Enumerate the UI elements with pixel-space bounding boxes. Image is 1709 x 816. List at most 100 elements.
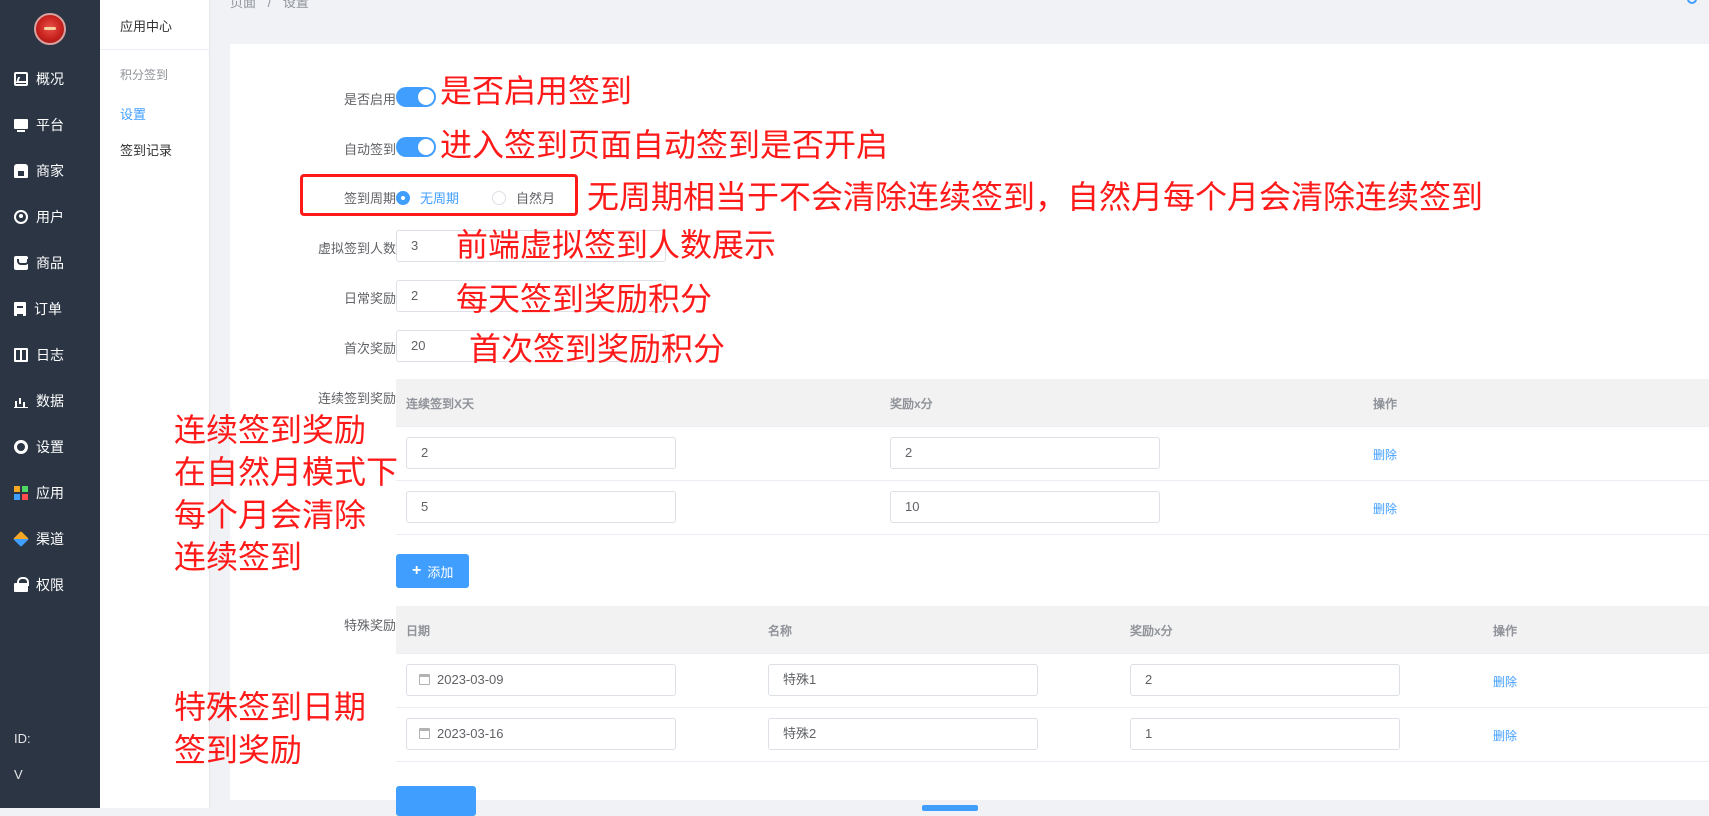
column-header: 操作 (1493, 624, 1518, 638)
sidebar-item-label: 概况 (36, 71, 64, 87)
column-header: 日期 (406, 624, 431, 638)
breadcrumb-separator: / (267, 0, 272, 10)
days-input[interactable]: 5 (406, 491, 676, 523)
table-row: 2023-03-09 特殊1 2 删除 (396, 654, 1709, 708)
annotation-continuous-line1: 连续签到奖励 (174, 412, 367, 448)
date-picker[interactable]: 2023-03-09 (406, 664, 676, 696)
user-icon (14, 210, 28, 224)
sidebar-item-label: 权限 (36, 577, 64, 593)
delete-link[interactable]: 删除 (1373, 446, 1397, 463)
calendar-icon (419, 728, 430, 739)
sidebar-footer-id: ID: (14, 731, 31, 746)
data-icon (14, 394, 28, 408)
column-header: 操作 (1373, 397, 1398, 411)
annotation-virtual: 前端虚拟签到人数展示 (456, 227, 777, 263)
column-header: 名称 (768, 624, 793, 638)
notification-icon[interactable] (1687, 0, 1697, 4)
monitor-icon (14, 119, 28, 132)
sidebar-item-settings[interactable]: 设置 (0, 429, 100, 465)
date-value: 2023-03-16 (437, 726, 504, 741)
annotation-continuous-line4: 连续签到 (174, 539, 303, 575)
sidebar-item-overview[interactable]: 概况 (0, 61, 100, 97)
sub-item-settings[interactable]: 设置 (120, 104, 146, 123)
annotation-daily: 每天签到奖励积分 (456, 281, 713, 317)
sidebar-item-data[interactable]: 数据 (0, 383, 100, 419)
add-special-button[interactable] (396, 786, 476, 816)
main-sidebar: 概况 平台 商家 用户 商品 订单 日志 数据 设置 应用 渠道 权限 ID: … (0, 0, 100, 808)
points-input[interactable]: 10 (890, 491, 1160, 523)
sidebar-item-apps[interactable]: 应用 (0, 475, 100, 511)
date-value: 2023-03-09 (437, 672, 504, 687)
sidebar-item-platform[interactable]: 平台 (0, 107, 100, 143)
annotation-special-line1: 特殊签到日期 (174, 689, 367, 725)
table-header: 连续签到X天 奖励x分 操作 (396, 379, 1709, 427)
sidebar-item-label: 商家 (36, 163, 64, 179)
sidebar-item-goods[interactable]: 商品 (0, 245, 100, 281)
sidebar-item-label: 平台 (36, 117, 64, 133)
lock-icon (14, 577, 29, 592)
order-icon (14, 302, 26, 316)
enable-label: 是否启用 (343, 92, 396, 107)
sidebar-item-label: 设置 (36, 439, 64, 455)
auto-sign-switch[interactable] (396, 137, 436, 157)
table-row: 5 10 删除 (396, 481, 1709, 535)
enable-switch[interactable] (396, 87, 436, 107)
annotation-auto: 进入签到页面自动签到是否开启 (440, 127, 889, 163)
breadcrumb-parent[interactable]: 页面 (230, 0, 256, 10)
sidebar-item-logs[interactable]: 日志 (0, 337, 100, 373)
table-header: 日期 名称 奖励x分 操作 (396, 606, 1709, 654)
date-picker[interactable]: 2023-03-16 (406, 718, 676, 750)
continuous-label: 连续签到奖励 (317, 391, 396, 406)
sidebar-item-permissions[interactable]: 权限 (0, 567, 100, 603)
table-row: 2 2 删除 (396, 427, 1709, 481)
delete-link[interactable]: 删除 (1493, 673, 1517, 690)
add-button-label: 添加 (427, 564, 454, 580)
save-button[interactable] (922, 805, 978, 811)
sidebar-footer-version: V (14, 767, 23, 782)
sub-item-records[interactable]: 签到记录 (120, 140, 172, 159)
first-label: 首次奖励 (343, 341, 396, 356)
annotation-cycle: 无周期相当于不会清除连续签到，自然月每个月会清除连续签到 (587, 179, 1484, 215)
shop-icon (14, 164, 28, 178)
sidebar-item-merchant[interactable]: 商家 (0, 153, 100, 189)
goods-icon (14, 256, 29, 270)
delete-link[interactable]: 删除 (1373, 500, 1397, 517)
plus-icon: + (412, 562, 422, 579)
annotation-enable: 是否启用签到 (440, 73, 633, 109)
sidebar-item-label: 日志 (36, 347, 64, 363)
virtual-label: 虚拟签到人数 (317, 241, 396, 256)
column-header: 奖励x分 (1130, 624, 1173, 638)
annotation-highlight-box (300, 174, 578, 216)
table-row: 2023-03-16 特殊2 1 删除 (396, 708, 1709, 762)
points-input[interactable]: 2 (890, 437, 1160, 469)
sidebar-item-users[interactable]: 用户 (0, 199, 100, 235)
breadcrumb: 页面 / 设置 (230, 0, 309, 11)
sidebar-item-label: 商品 (36, 255, 64, 271)
annotation-continuous-line3: 每个月会清除 (174, 497, 367, 533)
gear-icon (14, 440, 28, 454)
auto-label: 自动签到 (343, 142, 396, 157)
add-continuous-button[interactable]: + 添加 (396, 554, 470, 588)
sub-menu: 应用中心 积分签到 设置 签到记录 (100, 0, 210, 808)
days-input[interactable]: 2 (406, 437, 676, 469)
cube-icon (13, 531, 29, 547)
column-header: 连续签到X天 (406, 397, 475, 411)
name-input[interactable]: 特殊1 (768, 664, 1038, 696)
sidebar-item-label: 订单 (34, 301, 62, 317)
continuous-table: 连续签到X天 奖励x分 操作 2 2 删除 5 10 删除 (396, 379, 1709, 543)
sidebar-item-label: 用户 (36, 209, 64, 225)
log-icon (14, 348, 28, 362)
app-logo[interactable] (34, 13, 66, 45)
annotation-special-line2: 签到奖励 (174, 732, 303, 768)
sidebar-item-channels[interactable]: 渠道 (0, 521, 100, 557)
apps-icon (14, 486, 28, 500)
sidebar-item-orders[interactable]: 订单 (0, 291, 100, 327)
points-input[interactable]: 1 (1130, 718, 1400, 750)
daily-label: 日常奖励 (343, 291, 396, 306)
name-input[interactable]: 特殊2 (768, 718, 1038, 750)
breadcrumb-current: 设置 (282, 0, 309, 10)
delete-link[interactable]: 删除 (1493, 727, 1517, 744)
sidebar-item-label: 数据 (36, 393, 64, 409)
points-input[interactable]: 2 (1130, 664, 1400, 696)
divider (100, 49, 210, 50)
